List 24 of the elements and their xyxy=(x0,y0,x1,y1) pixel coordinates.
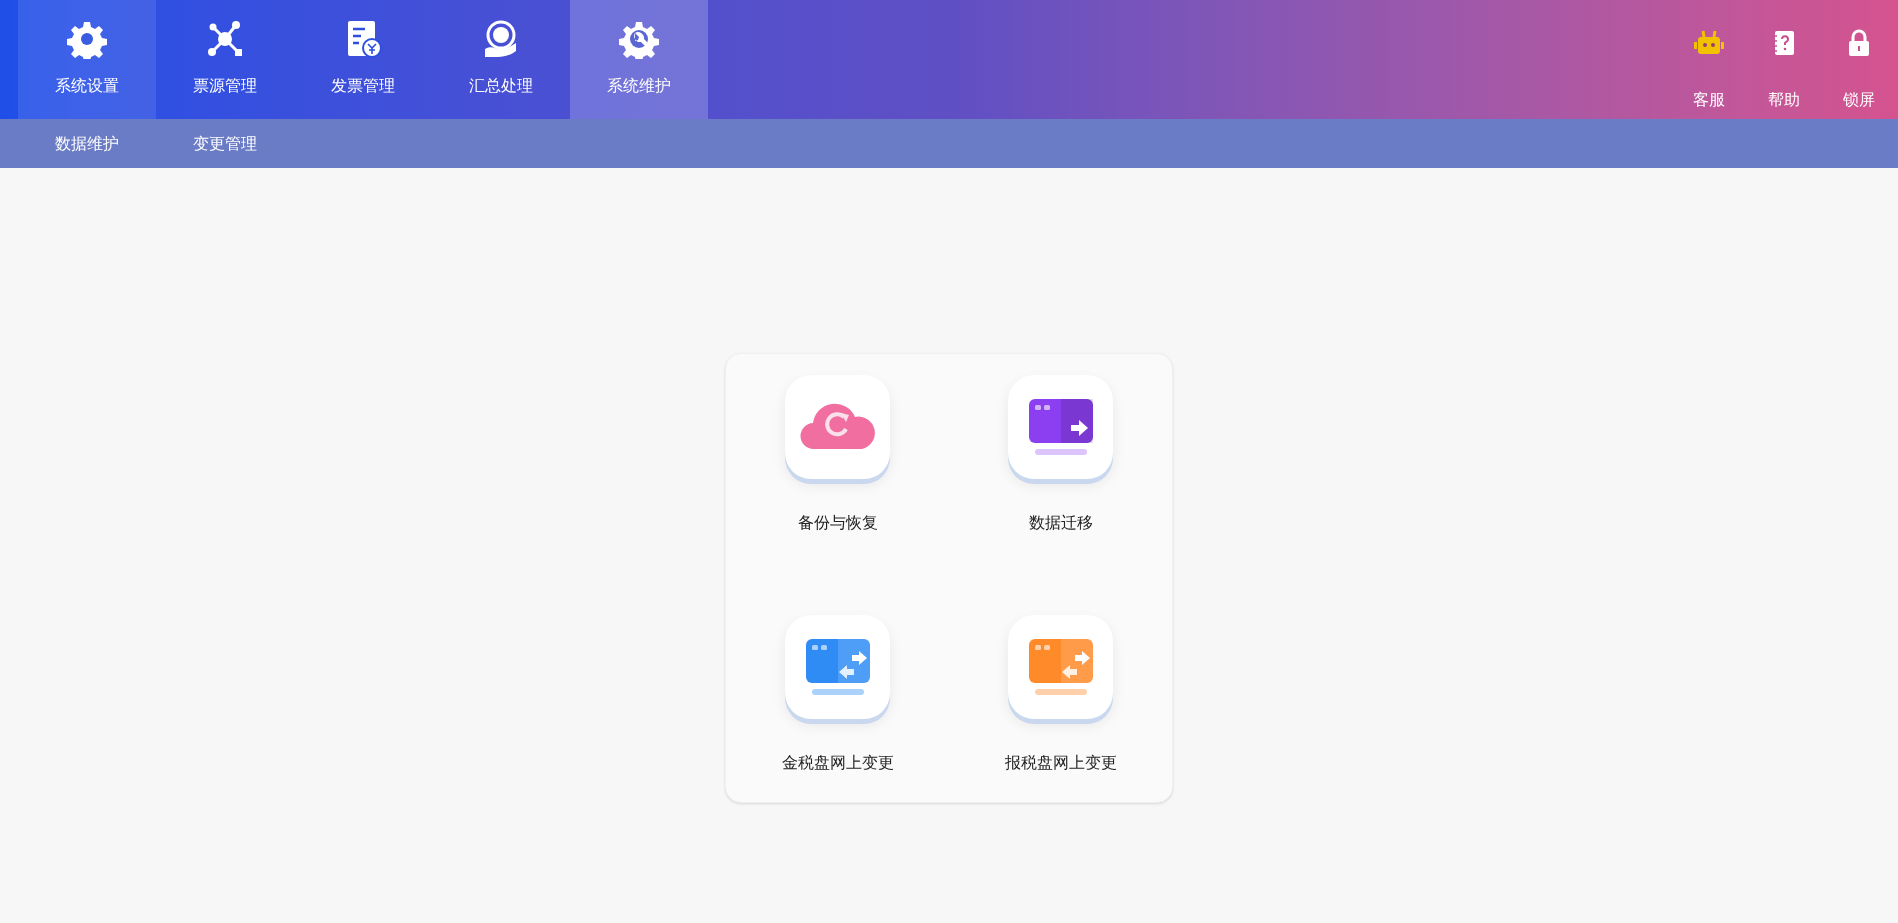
screen-exchange-icon xyxy=(803,637,872,697)
main-nav-tab[interactable]: 发票管理 xyxy=(294,0,432,119)
main-nav-tab[interactable]: 系统维护 xyxy=(570,0,708,119)
screen-arrow-icon xyxy=(1026,397,1095,457)
function-label: 数据迁移 xyxy=(1028,513,1093,533)
function-label: 报税盘网上变更 xyxy=(1004,753,1117,773)
function-label: 备份与恢复 xyxy=(797,513,878,533)
toolbar-button[interactable]: 锁屏 xyxy=(1821,0,1896,119)
screen-exchange-icon xyxy=(1026,637,1095,697)
sub-nav-link[interactable]: 数据维护 xyxy=(18,119,156,168)
help-notebook-icon xyxy=(1772,30,1795,56)
gear-icon xyxy=(67,19,107,59)
main-nav-tab[interactable]: 系统设置 xyxy=(18,0,156,119)
cloud-refresh-icon xyxy=(799,403,876,451)
toolbar-button[interactable]: 帮助 xyxy=(1746,0,1821,119)
sub-nav-link[interactable]: 变更管理 xyxy=(156,119,294,168)
toolbar-button[interactable]: 客服 xyxy=(1671,0,1746,119)
wrench-gear-icon xyxy=(619,19,659,59)
robot-icon xyxy=(1693,30,1724,56)
function-label: 金税盘网上变更 xyxy=(781,753,894,773)
main-nav-tab[interactable]: 汇总处理 xyxy=(432,0,570,119)
lock-icon xyxy=(1847,29,1870,57)
network-nodes-icon xyxy=(205,19,245,59)
main-nav-tab[interactable]: 票源管理 xyxy=(156,0,294,119)
